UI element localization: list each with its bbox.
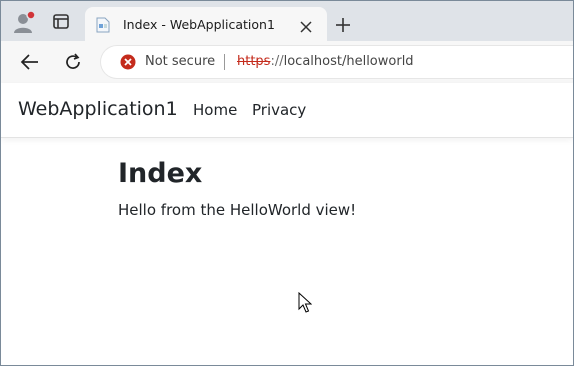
nav-link-privacy[interactable]: Privacy — [252, 101, 306, 119]
address-divider — [224, 54, 225, 70]
address-bar[interactable]: Not secure https://localhost/helloworld — [101, 46, 573, 78]
page-message: Hello from the HelloWorld view! — [118, 201, 357, 219]
browser-window: Index - WebApplication1 Not secure https… — [0, 0, 574, 366]
navbar-brand[interactable]: WebApplication1 — [18, 98, 178, 120]
address-toolbar: Not secure https://localhost/helloworld — [1, 41, 573, 83]
page-viewport: WebApplication1 Home Privacy Index Hello… — [1, 83, 573, 365]
mouse-cursor-icon — [298, 291, 313, 314]
close-icon[interactable] — [300, 18, 312, 33]
refresh-icon[interactable] — [63, 52, 83, 72]
not-secure-error-icon[interactable] — [120, 54, 136, 70]
security-status-label[interactable]: Not secure — [145, 54, 215, 69]
url-text[interactable]: https://localhost/helloworld — [237, 54, 414, 69]
url-path: localhost/helloworld — [283, 54, 414, 69]
tab-actions-icon[interactable] — [49, 11, 73, 33]
site-navbar: WebApplication1 Home Privacy — [1, 83, 573, 138]
url-scheme: https — [237, 54, 271, 69]
url-separator: :// — [270, 54, 284, 69]
page-icon — [96, 17, 110, 33]
tab-active[interactable]: Index - WebApplication1 — [85, 7, 327, 41]
profile-avatar-icon[interactable] — [11, 10, 37, 36]
new-tab-plus-icon[interactable] — [335, 17, 351, 33]
tab-title: Index - WebApplication1 — [123, 17, 275, 32]
page-heading: Index — [118, 158, 203, 189]
nav-link-home[interactable]: Home — [193, 101, 237, 119]
tab-strip: Index - WebApplication1 — [1, 1, 573, 41]
back-arrow-icon[interactable] — [20, 52, 40, 72]
